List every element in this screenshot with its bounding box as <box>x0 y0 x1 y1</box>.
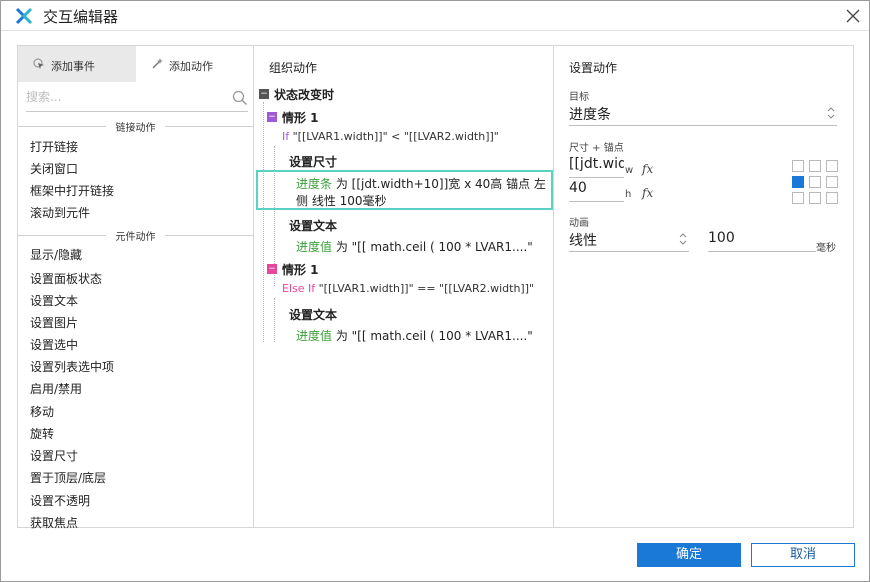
tab-add-event[interactable]: 添加事件 <box>18 46 136 82</box>
select-arrows-icon <box>679 233 687 245</box>
action-enable-disable[interactable]: 启用/禁用 <box>30 380 82 397</box>
target-label: 目标 <box>569 92 589 103</box>
select-arrows-icon <box>827 107 835 119</box>
height-unit: h <box>625 189 632 200</box>
sparkle-action-icon <box>152 58 163 69</box>
action-bring-front-back[interactable]: 置于顶层/底层 <box>30 469 106 486</box>
anchor-top-left[interactable] <box>792 160 804 172</box>
action-detail: 为 "[[ math.ceil ( 100 * LVAR1...." <box>335 329 533 343</box>
action-set-opacity[interactable]: 设置不透明 <box>30 492 90 509</box>
duration-unit: 毫秒 <box>816 243 836 254</box>
animation-select[interactable]: 线性 <box>569 230 689 252</box>
tree-guide-line <box>263 102 264 342</box>
collapse-event-icon[interactable]: − <box>259 89 269 99</box>
case-1-action-2-line1[interactable]: 进度值 为 "[[ math.ceil ( 100 * LVAR1...." <box>296 238 533 255</box>
action-show-hide[interactable]: 显示/隐藏 <box>30 246 82 263</box>
action-set-selected[interactable]: 设置选中 <box>30 336 78 353</box>
library-tabs: 添加事件 添加动作 <box>18 46 254 82</box>
width-input[interactable]: [[jdt.wid <box>569 156 624 178</box>
target-select-value: 进度条 <box>569 107 611 123</box>
anchor-bottom-right[interactable] <box>826 192 838 204</box>
case-1-action-1-line1[interactable]: 进度条 为 [[jdt.width+10]]宽 x 40高 锚点 左 <box>296 175 546 192</box>
duration-input[interactable]: 100 <box>708 230 816 252</box>
case-1-keyword: If <box>282 130 290 143</box>
configure-action-panel: 设置动作 目标 进度条 尺寸 + 锚点 [[jdt.wid w fx 40 h … <box>553 45 854 528</box>
action-set-panel-state[interactable]: 设置面板状态 <box>30 270 102 287</box>
anchor-middle-left[interactable] <box>792 176 804 188</box>
height-input[interactable]: 40 <box>569 180 624 202</box>
search-icon[interactable] <box>232 90 248 106</box>
cancel-button[interactable]: 取消 <box>751 543 855 567</box>
action-target-progress-bar: 进度条 <box>296 177 333 191</box>
interaction-editor-dialog: 交互编辑器 添加事件 添加动作 搜索... 链接动作 打开链接 关闭窗口 框架中… <box>0 0 870 582</box>
actions-library-panel: 添加事件 添加动作 链接动作 打开链接 关闭窗口 框架中打开链接 滚动到元件 元… <box>17 45 254 531</box>
case-2-condition[interactable]: Else If "[[LVAR1.width]]" == "[[LVAR2.wi… <box>282 282 534 295</box>
case-2-expression: "[[LVAR1.width]]" == "[[LVAR2.width]]" <box>318 282 535 295</box>
animation-label: 动画 <box>569 218 589 229</box>
case-2-keyword: Else If <box>282 282 316 295</box>
anchor-top-center[interactable] <box>809 160 821 172</box>
collapse-case-2-icon[interactable]: − <box>267 264 277 274</box>
action-close-window[interactable]: 关闭窗口 <box>30 160 78 177</box>
size-anchor-label: 尺寸 + 锚点 <box>569 143 624 154</box>
anchor-middle-center[interactable] <box>809 176 821 188</box>
action-rotate[interactable]: 旋转 <box>30 425 54 442</box>
tab-add-event-label: 添加事件 <box>51 60 95 73</box>
title-bar: 交互编辑器 <box>1 1 869 31</box>
case-1-condition[interactable]: If "[[LVAR1.width]]" < "[[LVAR2.width]]" <box>282 130 499 143</box>
configure-action-title: 设置动作 <box>569 61 618 75</box>
close-icon[interactable] <box>843 6 863 26</box>
confirm-button[interactable]: 确定 <box>637 543 741 567</box>
search-input[interactable] <box>26 86 226 108</box>
search-box <box>26 86 248 112</box>
case-1-action-2-title[interactable]: 设置文本 <box>289 217 337 234</box>
width-unit: w <box>625 165 634 176</box>
collapse-case-1-icon[interactable]: − <box>267 112 277 122</box>
action-detail-line1: 为 [[jdt.width+10]]宽 x 40高 锚点 左 <box>335 177 546 191</box>
width-fx-icon[interactable]: fx <box>642 162 653 176</box>
action-scroll-to-widget[interactable]: 滚动到元件 <box>30 204 90 221</box>
section-header-link-actions: 链接动作 <box>18 119 253 134</box>
case-2-name[interactable]: 情形 1 <box>282 261 319 278</box>
organize-actions-title: 组织动作 <box>269 61 318 75</box>
action-detail: 为 "[[ math.ceil ( 100 * LVAR1...." <box>335 240 533 254</box>
action-set-text[interactable]: 设置文本 <box>30 292 78 309</box>
case-2-guide-line <box>274 298 275 342</box>
animation-select-value: 线性 <box>569 233 597 249</box>
case-1-name[interactable]: 情形 1 <box>282 109 319 126</box>
case-2-action-1-title[interactable]: 设置文本 <box>289 306 337 323</box>
anchor-bottom-center[interactable] <box>809 192 821 204</box>
action-target-progress-value: 进度值 <box>296 240 333 254</box>
anchor-top-right[interactable] <box>826 160 838 172</box>
anchor-bottom-left[interactable] <box>792 192 804 204</box>
cursor-event-icon <box>33 58 44 69</box>
case-1-expression: "[[LVAR1.width]]" < "[[LVAR2.width]]" <box>292 130 499 143</box>
height-fx-icon[interactable]: fx <box>642 186 653 200</box>
organize-actions-panel: 组织动作 − 状态改变时 − 情形 1 If "[[LVAR1.width]]"… <box>253 45 554 528</box>
app-logo-icon <box>15 7 33 25</box>
action-open-link[interactable]: 打开链接 <box>30 138 78 155</box>
case-2-action-1-line1[interactable]: 进度值 为 "[[ math.ceil ( 100 * LVAR1...." <box>296 327 533 344</box>
tab-add-action[interactable]: 添加动作 <box>136 46 254 82</box>
tab-add-action-label: 添加动作 <box>169 60 213 73</box>
case-1-action-1-title[interactable]: 设置尺寸 <box>289 153 337 170</box>
case-1-action-1-line2[interactable]: 侧 线性 100毫秒 <box>296 192 387 209</box>
action-focus[interactable]: 获取焦点 <box>30 514 78 531</box>
action-set-image[interactable]: 设置图片 <box>30 314 78 331</box>
section-header-widget-actions: 元件动作 <box>18 228 253 243</box>
target-select[interactable]: 进度条 <box>569 104 837 126</box>
window-title: 交互编辑器 <box>43 8 119 26</box>
action-target-progress-value: 进度值 <box>296 329 333 343</box>
action-move[interactable]: 移动 <box>30 403 54 420</box>
action-set-size[interactable]: 设置尺寸 <box>30 447 78 464</box>
action-set-list-selected[interactable]: 设置列表选中项 <box>30 358 114 375</box>
anchor-middle-right[interactable] <box>826 176 838 188</box>
action-open-link-in-frame[interactable]: 框架中打开链接 <box>30 182 114 199</box>
event-name[interactable]: 状态改变时 <box>274 86 334 103</box>
